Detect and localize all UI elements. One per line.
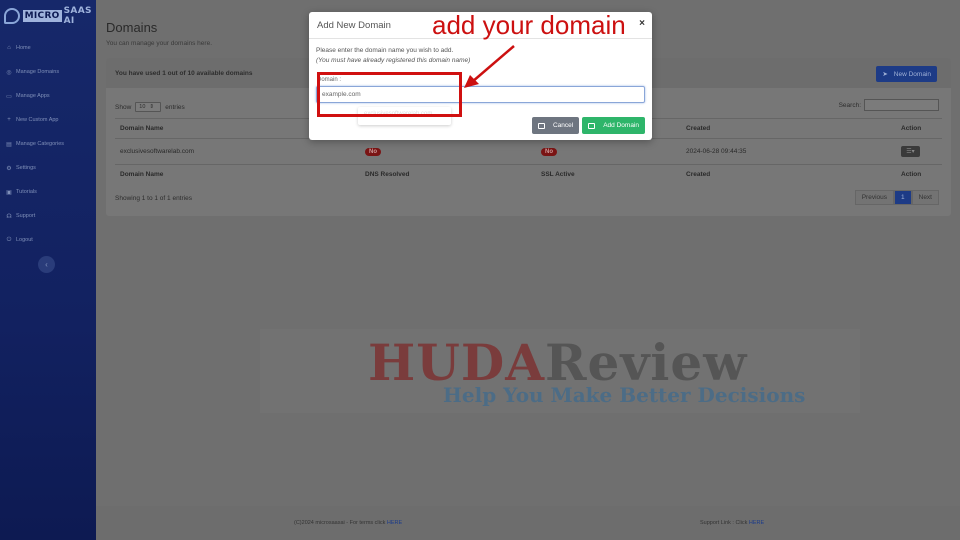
dns-cell: No (360, 138, 536, 165)
created-cell: 2024-06-28 09:44:35 (681, 138, 896, 165)
sidebar-item-support[interactable]: ☊ Support (0, 204, 96, 228)
logo-word-1: MICRO (22, 10, 62, 22)
table-row: exclusivesoftwarelab.com No No 2024-06-2… (115, 138, 942, 165)
ssl-cell: No (536, 138, 681, 165)
sidebar-item-label: Logout (16, 237, 33, 243)
headset-icon: ☊ (6, 213, 12, 220)
sidebar-item-tutorials[interactable]: ▣ Tutorials (0, 180, 96, 204)
watermark: HUDAReview Help You Make Better Decision… (260, 329, 860, 413)
column-footer-created: Created (681, 164, 896, 185)
search-input[interactable] (864, 99, 939, 111)
page-length-control: Show 10 ⇕ entries (115, 102, 185, 112)
logo-word-2: SAAS AI (63, 6, 92, 26)
sidebar-item-home[interactable]: ⌂ Home (0, 36, 96, 60)
watermark-tagline: Help You Make Better Decisions (443, 383, 806, 407)
page-length-value: 10 (139, 104, 146, 110)
column-footer-domain: Domain Name (115, 164, 360, 185)
sidebar-item-label: Manage Apps (16, 93, 50, 99)
add-icon (588, 122, 596, 129)
gear-icon: ⚙ (6, 165, 12, 172)
modal-instruction: Please enter the domain name you wish to… (316, 47, 454, 54)
pagination-next[interactable]: Next (911, 190, 939, 205)
cancel-button[interactable]: Cancel (531, 117, 580, 134)
column-footer-action: Action (896, 164, 942, 185)
row-action-menu-button[interactable]: ☰▾ (901, 146, 920, 157)
footer-copyright: (C)2024 microsaasai - For terms click HE… (294, 520, 402, 526)
rocket-icon: ➤ (882, 71, 888, 78)
sidebar-item-label: Manage Domains (16, 69, 60, 75)
sidebar-item-label: New Custom App (16, 117, 59, 123)
annotation-highlight-box (317, 72, 462, 117)
sidebar-nav: ⌂ Home ◎ Manage Domains ▭ Manage Apps + … (0, 36, 96, 252)
search-label: Search: (838, 101, 861, 109)
book-icon: ▣ (6, 189, 12, 196)
sidebar-item-new-custom-app[interactable]: + New Custom App (0, 108, 96, 132)
sidebar-item-manage-categories[interactable]: ▤ Manage Categories (0, 132, 96, 156)
sidebar-item-settings[interactable]: ⚙ Settings (0, 156, 96, 180)
sidebar-item-label: Manage Categories (16, 141, 65, 147)
table-info: Showing 1 to 1 of 1 entries (115, 195, 192, 202)
page-length-select[interactable]: 10 ⇕ (135, 102, 162, 112)
dns-status-badge: No (365, 148, 381, 156)
footer-support: Support Link : Click HERE (700, 520, 764, 526)
entries-label: entries (165, 103, 185, 111)
plus-icon: + (7, 117, 11, 123)
cancel-icon (537, 122, 545, 129)
terms-link[interactable]: HERE (387, 520, 402, 526)
sidebar: MICRO SAAS AI ⌂ Home ◎ Manage Domains ▭ … (0, 0, 96, 540)
sidebar-item-manage-domains[interactable]: ◎ Manage Domains (0, 60, 96, 84)
cancel-label: Cancel (552, 122, 574, 129)
domain-name-cell: exclusivesoftwarelab.com (115, 138, 360, 165)
modal-actions: Cancel Add Domain (531, 117, 645, 134)
usage-text: You have used 1 out of 10 available doma… (115, 70, 253, 77)
home-icon: ⌂ (7, 45, 11, 51)
sidebar-item-manage-apps[interactable]: ▭ Manage Apps (0, 84, 96, 108)
brand-logo[interactable]: MICRO SAAS AI (4, 6, 92, 26)
column-header-created[interactable]: Created (681, 118, 896, 139)
page-title: Domains (106, 20, 158, 35)
annotation-arrow-icon (464, 45, 515, 88)
magnifier-icon (4, 8, 20, 24)
new-domain-button[interactable]: ➤ New Domain (876, 66, 937, 82)
sidebar-item-logout[interactable]: ⏻ Logout (0, 228, 96, 252)
sidebar-item-label: Tutorials (16, 189, 37, 195)
page-subtitle: You can manage your domains here. (106, 40, 212, 47)
add-domain-button[interactable]: Add Domain (582, 117, 645, 134)
table-search: Search: (839, 99, 939, 111)
table-footer-row: Domain Name DNS Resolved SSL Active Crea… (115, 164, 942, 185)
footer: (C)2024 microsaasai - For terms click HE… (96, 506, 960, 540)
sidebar-item-label: Settings (16, 165, 36, 171)
footer-copyright-text: (C)2024 microsaasai - For terms click (294, 520, 386, 526)
pagination: Previous 1 Next (854, 190, 939, 205)
column-footer-ssl: SSL Active (536, 164, 681, 185)
support-link[interactable]: HERE (749, 520, 764, 526)
column-header-action: Action (896, 118, 942, 139)
annotation-text: add your domain (432, 10, 626, 40)
modal-title: Add New Domain (317, 20, 391, 31)
sidebar-item-label: Home (16, 45, 31, 51)
globe-icon: ◎ (6, 69, 12, 76)
add-domain-label: Add Domain (603, 122, 639, 129)
action-cell: ☰▾ (896, 138, 942, 165)
sidebar-item-label: Support (16, 213, 36, 219)
sidebar-collapse-button[interactable]: ‹ (38, 256, 55, 273)
show-label: Show (115, 103, 132, 111)
column-footer-dns: DNS Resolved (360, 164, 536, 185)
window-icon: ▭ (6, 93, 12, 100)
ssl-status-badge: No (541, 148, 557, 156)
close-icon[interactable]: × (639, 18, 645, 29)
pagination-previous[interactable]: Previous (854, 190, 894, 205)
folder-icon: ▤ (6, 141, 12, 148)
logout-icon: ⏻ (6, 236, 12, 243)
footer-support-text: Support Link : Click (700, 520, 748, 526)
pagination-page-1[interactable]: 1 (894, 190, 912, 205)
new-domain-label: New Domain (893, 70, 931, 78)
chevron-down-icon: ⇕ (149, 104, 154, 110)
modal-note: (You must have already registered this d… (316, 57, 471, 64)
